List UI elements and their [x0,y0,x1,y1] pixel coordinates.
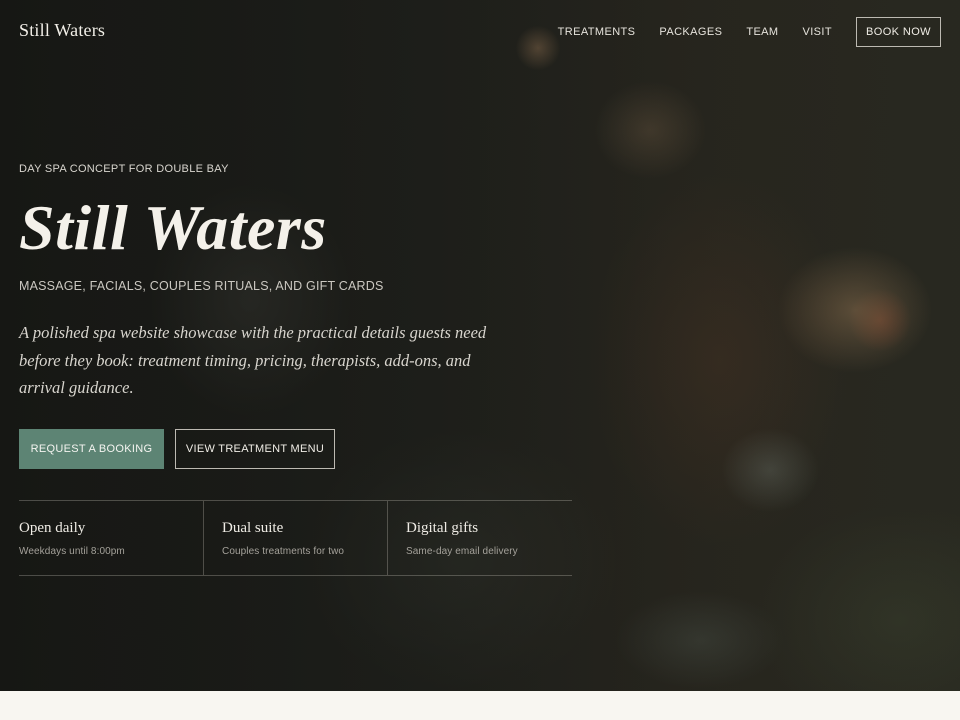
feature-item: Dual suite Couples treatments for two [203,501,387,575]
hero-title: Still Waters [19,192,327,263]
hero-intro: A polished spa website showcase with the… [19,323,487,397]
hero-section: Still Waters TREATMENTS PACKAGES TEAM VI… [0,0,960,691]
feature-title: Open daily [19,520,86,536]
nav-link-team[interactable]: TEAM [746,26,778,38]
main-nav: TREATMENTS PACKAGES TEAM VISIT BOOK NOW [558,17,941,47]
nav-link-treatments[interactable]: TREATMENTS [558,26,636,38]
feature-subtitle: Couples treatments for two [222,546,345,557]
feature-subtitle: Weekdays until 8:00pm [19,546,125,557]
feature-strip: Open daily Weekdays until 8:00pm Dual su… [19,500,572,576]
feature-title: Dual suite [222,520,284,536]
request-booking-button[interactable]: REQUEST A BOOKING [19,429,164,469]
feature-subtitle: Same-day email delivery [406,546,518,557]
book-now-button[interactable]: BOOK NOW [856,17,941,47]
nav-link-packages[interactable]: PACKAGES [659,26,722,38]
feature-title: Digital gifts [406,520,479,536]
feature-item: Open daily Weekdays until 8:00pm [19,501,203,575]
nav-link-visit[interactable]: VISIT [802,26,832,38]
feature-item: Digital gifts Same-day email delivery [387,501,572,575]
hero-services: MASSAGE, FACIALS, COUPLES RITUALS, AND G… [19,279,384,293]
hero-eyebrow: DAY SPA CONCEPT FOR DOUBLE BAY [19,163,229,175]
next-section-edge [0,691,960,720]
view-treatment-menu-button[interactable]: VIEW TREATMENT MENU [175,429,335,469]
brand-logo[interactable]: Still Waters [19,20,105,41]
